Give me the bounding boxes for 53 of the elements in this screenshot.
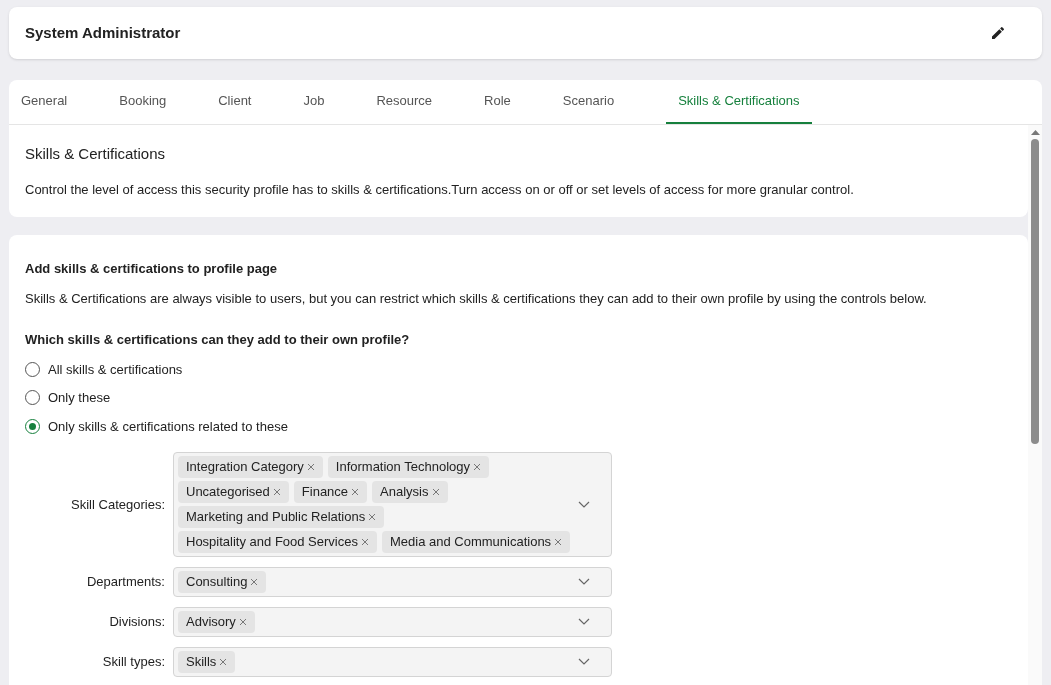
multi-select-field[interactable]: Advisory	[173, 607, 612, 637]
chevron-down-icon	[578, 618, 590, 626]
remove-icon[interactable]	[306, 463, 315, 471]
tag-chip: Marketing and Public Relations	[178, 506, 385, 528]
tag-chip: Information Technology	[327, 456, 489, 478]
section-description: Control the level of access this security profile has to skills & certifications.Turn access on or off or set levels of access for more granular control.	[25, 180, 855, 199]
remove-icon[interactable]	[361, 538, 369, 546]
radio-option[interactable]: Only skills & certifications related to these	[25, 416, 288, 436]
section-title: Skills & Certifications	[25, 144, 167, 164]
remove-icon[interactable]	[250, 578, 259, 586]
profile-title: System Administrator	[25, 22, 181, 43]
scroll-up-icon[interactable]	[1030, 130, 1040, 135]
radio-option[interactable]: Only these	[25, 388, 111, 408]
remove-icon[interactable]	[238, 618, 247, 626]
tag-chip: Uncategorised	[178, 481, 289, 503]
field-label: Departments:	[85, 573, 166, 592]
tag-chip: Advisory	[178, 611, 255, 633]
tag-chip: Analysis	[372, 481, 448, 503]
tab[interactable]: Scenario	[562, 80, 615, 124]
field-label: Divisions:	[108, 613, 166, 632]
tab[interactable]: Client	[218, 80, 252, 124]
tag-chip: Integration Category	[178, 456, 323, 478]
field-label: Skill types:	[101, 653, 166, 672]
remove-icon[interactable]	[272, 488, 281, 496]
tag-chip: Skills	[178, 651, 236, 673]
tag-chip: Consulting	[178, 571, 267, 593]
tag-chip: Media and Communications	[382, 531, 571, 553]
multi-select-field[interactable]: Skills	[173, 647, 612, 677]
remove-icon[interactable]	[554, 538, 563, 546]
scrollbar-thumb[interactable]	[1031, 139, 1039, 444]
tab[interactable]: Job	[303, 80, 325, 124]
chevron-down-icon	[578, 500, 590, 509]
subsection-title: Add skills & certifications to profile page	[25, 260, 279, 278]
remove-icon[interactable]	[219, 658, 228, 666]
remove-icon[interactable]	[351, 488, 360, 496]
radio-option[interactable]: All skills & certifications	[25, 359, 183, 379]
tag-chip: Finance	[293, 481, 368, 503]
scrollbar[interactable]	[1028, 125, 1042, 685]
remove-icon[interactable]	[473, 463, 481, 471]
tag-chip: Hospitality and Food Services	[178, 531, 377, 553]
field-label: Skill Categories:	[70, 495, 166, 514]
remove-icon[interactable]	[368, 513, 377, 521]
chevron-down-icon	[578, 658, 590, 666]
tab[interactable]: Role	[484, 80, 511, 124]
multi-select-field[interactable]: Integration Category Information Technology Uncategorised Finance Analysis Marketing and Public Relations Hospitality and Food Services Media and Communications	[173, 452, 612, 557]
tab[interactable]: General	[21, 80, 68, 124]
tab[interactable]: Booking	[119, 80, 167, 124]
question-text: Which skills & certifications can they add to their own profile?	[25, 331, 411, 349]
remove-icon[interactable]	[431, 488, 440, 496]
tab[interactable]: Resource	[376, 80, 433, 124]
chevron-down-icon	[578, 578, 590, 586]
subsection-description: Skills & Certifications are always visible to users, but you can restrict which skills & certifications they can add to their own profile by using the controls below.	[25, 289, 928, 308]
multi-select-field[interactable]: Consulting	[173, 567, 612, 597]
